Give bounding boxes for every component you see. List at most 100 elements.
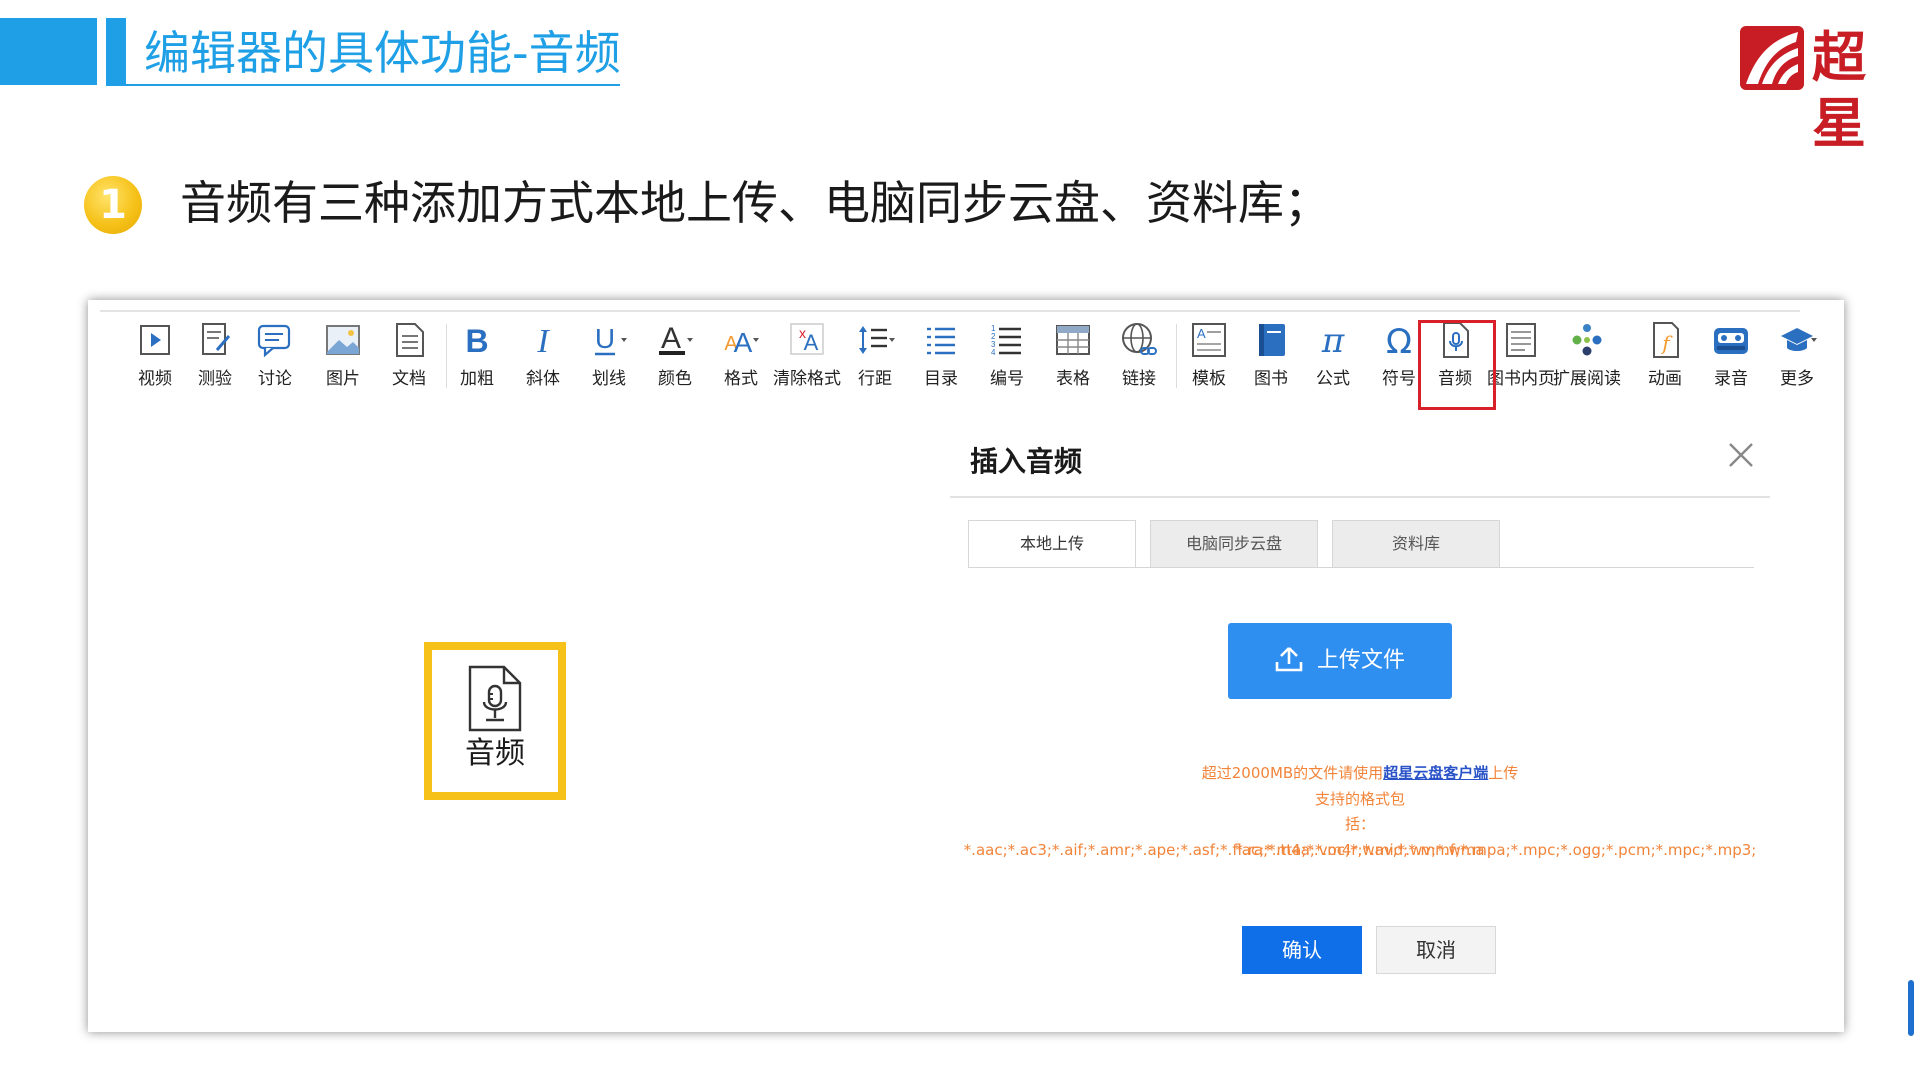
toolbar-button-book[interactable]: 图书	[1238, 320, 1304, 389]
quiz-icon	[202, 323, 231, 355]
cloud-client-link[interactable]: 超星云盘客户端	[1383, 764, 1488, 782]
toolbar-button-numbered-list[interactable]: 1 2 3 4 编号	[974, 320, 1040, 389]
toolbar-button-quiz[interactable]: 测验	[182, 320, 248, 389]
toc-icon	[927, 327, 955, 355]
toolbar-label: 动画	[1648, 369, 1682, 389]
format-icon: AA	[724, 327, 759, 358]
toolbar-button-link[interactable]: 链接	[1106, 320, 1172, 389]
template-icon: A	[1192, 323, 1226, 357]
toolbar-button-recording[interactable]: 录音	[1698, 320, 1764, 389]
slide-title: 编辑器的具体功能-音频	[144, 26, 621, 80]
book-page-icon	[1506, 323, 1536, 357]
toolbar-button-formula[interactable]: π 公式	[1300, 320, 1366, 389]
toolbar-label: 讨论	[258, 369, 292, 389]
toolbar-label: 目录	[924, 369, 958, 389]
audio-button-highlight	[1418, 320, 1496, 410]
toolbar-button-more[interactable]: 更多	[1764, 320, 1830, 389]
discussion-icon	[257, 324, 291, 358]
clear-format-icon: xA	[790, 323, 824, 355]
toolbar-label: 图片	[326, 369, 360, 389]
tab-library[interactable]: 资料库	[1332, 520, 1500, 568]
toolbar-button-toc[interactable]: 目录	[908, 320, 974, 389]
image-icon	[326, 325, 360, 355]
toolbar-button-template[interactable]: A 模板	[1176, 320, 1242, 389]
animation-icon: f	[1653, 322, 1679, 358]
table-icon	[1056, 325, 1090, 355]
toolbar-label: 录音	[1714, 369, 1748, 389]
formats-line-2: *.ra;*.tta;*.voc;*.wav;*.wv;*.wma	[1235, 841, 1485, 859]
formula-icon: π	[1321, 321, 1345, 360]
toolbar-label: 扩展阅读	[1553, 369, 1621, 389]
toolbar-button-document[interactable]: 文档	[376, 320, 442, 389]
toolbar-label: 行距	[858, 369, 892, 389]
toolbar-button-clear-format[interactable]: x A 清除格式	[762, 320, 852, 389]
close-icon[interactable]	[1726, 440, 1756, 470]
tabs-divider	[968, 567, 1754, 568]
link-icon	[1122, 323, 1157, 355]
header-accent-block	[0, 18, 97, 85]
dialog-title: 插入音频	[970, 445, 1083, 478]
toolbar-label: 视频	[138, 369, 172, 389]
audio-file-icon	[468, 665, 522, 732]
numbered-list-icon: 1234	[991, 324, 1021, 357]
toolbar-button-video[interactable]: 视频	[122, 320, 188, 389]
video-icon	[140, 325, 170, 355]
book-icon	[1259, 324, 1285, 356]
svg-text:Ω: Ω	[1386, 322, 1412, 360]
toolbar-button-discussion[interactable]: 讨论	[242, 320, 308, 389]
toolbar-button-line-spacing[interactable]: 行距	[842, 320, 908, 389]
toolbar-button-italic[interactable]: I 斜体	[510, 320, 576, 389]
toolbar-label: 模板	[1192, 369, 1226, 389]
upload-file-button[interactable]: 上传文件	[1228, 623, 1452, 699]
size-hint: 超过2000MB的文件请使用超星云盘客户端上传	[950, 760, 1770, 786]
svg-text:A: A	[734, 327, 753, 358]
toolbar-button-underline[interactable]: U 划线	[576, 320, 642, 389]
document-icon	[396, 323, 424, 357]
line-spacing-icon	[859, 326, 895, 354]
scroll-marker[interactable]	[1908, 980, 1914, 1036]
svg-text:π: π	[1321, 321, 1345, 360]
title-underline	[106, 84, 620, 86]
size-hint-suffix: 上传	[1488, 764, 1519, 782]
toolbar-label: 测验	[198, 369, 232, 389]
toolbar-label: 更多	[1780, 369, 1814, 389]
toolbar-button-table[interactable]: 表格	[1040, 320, 1106, 389]
bullet-text: 音频有三种添加方式本地上传、电脑同步云盘、资料库；	[180, 176, 1330, 230]
toolbar-button-animation[interactable]: f 动画	[1632, 320, 1698, 389]
toolbar-label: 加粗	[460, 369, 494, 389]
upload-file-label: 上传文件	[1316, 648, 1405, 673]
tab-cloud-sync[interactable]: 电脑同步云盘	[1150, 520, 1318, 568]
cancel-button[interactable]: 取消	[1376, 926, 1496, 974]
underline-icon: U	[595, 323, 627, 356]
logo-mark-icon	[1740, 26, 1804, 90]
toolbar-button-extended-reading[interactable]: 扩展阅读	[1542, 320, 1632, 389]
tab-local-upload[interactable]: 本地上传	[968, 520, 1136, 568]
svg-text:I: I	[536, 323, 550, 360]
svg-text:U: U	[595, 323, 615, 354]
toolbar-label: 文档	[392, 369, 426, 389]
confirm-button[interactable]: 确认	[1242, 926, 1362, 974]
toolbar-label: 颜色	[658, 369, 692, 389]
toolbar-label: 公式	[1316, 369, 1350, 389]
extended-reading-icon	[1572, 324, 1602, 356]
toolbar-label: 图书	[1254, 369, 1288, 389]
svg-text:4: 4	[991, 348, 996, 357]
svg-text:B: B	[465, 323, 488, 359]
size-hint-prefix: 超过2000MB的文件请使用	[1201, 764, 1384, 782]
toolbar-label: 划线	[592, 369, 626, 389]
editor-screenshot: 视频 测验 讨论 图片 文档 B 加粗 I 斜体 U 划线 A 颜色 A A 格式 x A 清除格式 行距 目录 1 2 3 4…	[88, 300, 1844, 1032]
recording-icon	[1714, 328, 1748, 354]
toolbar-button-image[interactable]: 图片	[310, 320, 376, 389]
logo-text: 超星	[1812, 25, 1866, 155]
editor-toolbar: 视频 测验 讨论 图片 文档 B 加粗 I 斜体 U 划线 A 颜色 A A 格式 x A 清除格式 行距 目录 1 2 3 4…	[100, 310, 1817, 410]
toolbar-label: 链接	[1122, 369, 1156, 389]
audio-callout: 音频	[424, 642, 566, 800]
toolbar-button-font-color[interactable]: A 颜色	[642, 320, 708, 389]
toolbar-button-bold[interactable]: B 加粗	[444, 320, 510, 389]
font-color-icon: A	[659, 322, 693, 355]
svg-text:A: A	[1197, 326, 1206, 341]
more-icon	[1781, 328, 1817, 351]
toolbar-label: 斜体	[526, 369, 560, 389]
bullet-number-badge: 1	[84, 176, 142, 234]
svg-text:A: A	[661, 322, 681, 355]
